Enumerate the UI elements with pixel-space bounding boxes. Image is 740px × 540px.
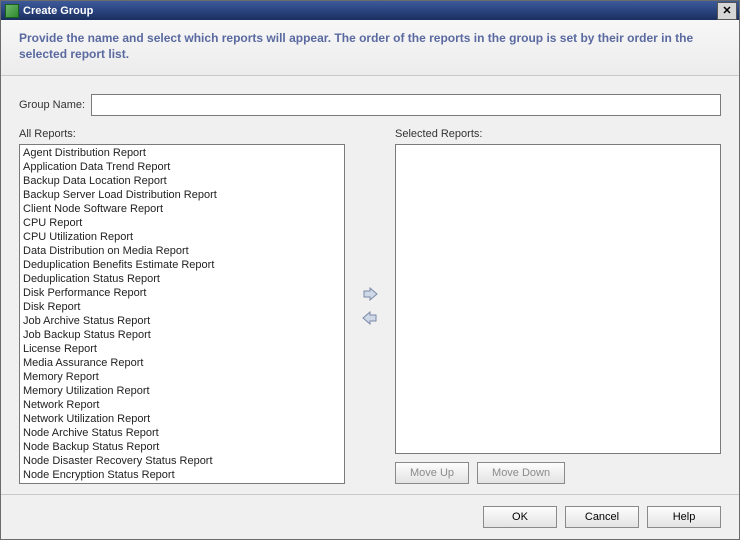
create-group-dialog: Create Group ✕ Provide the name and sele… [0, 0, 740, 540]
move-up-button[interactable]: Move Up [395, 462, 469, 484]
group-name-label: Group Name: [19, 99, 85, 111]
list-item[interactable]: Node Encryption Status Report [22, 468, 342, 482]
arrow-right-icon [362, 287, 378, 301]
list-item[interactable]: Node Backup Status Report [22, 440, 342, 454]
dialog-body: Group Name: All Reports: Agent Distribut… [1, 76, 739, 494]
arrow-left-icon [362, 311, 378, 325]
all-reports-label: All Reports: [19, 128, 345, 140]
list-item[interactable]: Client Node Software Report [22, 202, 342, 216]
selected-reports-column: Selected Reports: Move Up Move Down [395, 128, 721, 484]
list-item[interactable]: Data Distribution on Media Report [22, 244, 342, 258]
list-item[interactable]: Deduplication Status Report [22, 272, 342, 286]
cancel-button[interactable]: Cancel [565, 506, 639, 528]
help-button[interactable]: Help [647, 506, 721, 528]
instruction-text: Provide the name and select which report… [19, 31, 693, 61]
list-item[interactable]: Memory Report [22, 370, 342, 384]
window-title: Create Group [23, 5, 717, 17]
dialog-footer: OK Cancel Help [1, 494, 739, 539]
selected-reports-label: Selected Reports: [395, 128, 721, 140]
list-item[interactable]: Network Utilization Report [22, 412, 342, 426]
app-icon [5, 4, 19, 18]
selected-reports-listbox[interactable] [395, 144, 721, 454]
list-item[interactable]: Agent Distribution Report [22, 146, 342, 160]
list-item[interactable]: Node Disaster Recovery Status Report [22, 454, 342, 468]
reorder-buttons-row: Move Up Move Down [395, 462, 721, 484]
list-item[interactable]: CPU Report [22, 216, 342, 230]
ok-button[interactable]: OK [483, 506, 557, 528]
list-item[interactable]: Node Archive Status Report [22, 426, 342, 440]
list-item[interactable]: Job Archive Status Report [22, 314, 342, 328]
titlebar: Create Group ✕ [1, 1, 739, 20]
list-item[interactable]: Memory Utilization Report [22, 384, 342, 398]
list-item[interactable]: CPU Utilization Report [22, 230, 342, 244]
list-item[interactable]: Application Data Trend Report [22, 160, 342, 174]
list-item[interactable]: Disk Report [22, 300, 342, 314]
list-item[interactable]: Media Assurance Report [22, 356, 342, 370]
add-to-selected-button[interactable] [360, 285, 380, 303]
transfer-buttons-column [345, 128, 395, 484]
list-item[interactable]: Job Backup Status Report [22, 328, 342, 342]
list-item[interactable]: Network Report [22, 398, 342, 412]
move-down-button[interactable]: Move Down [477, 462, 565, 484]
list-item[interactable]: Backup Server Load Distribution Report [22, 188, 342, 202]
remove-from-selected-button[interactable] [360, 309, 380, 327]
list-item[interactable]: Disk Performance Report [22, 286, 342, 300]
list-item[interactable]: Backup Data Location Report [22, 174, 342, 188]
close-icon: ✕ [722, 4, 731, 17]
list-item[interactable]: Deduplication Benefits Estimate Report [22, 258, 342, 272]
list-item[interactable]: License Report [22, 342, 342, 356]
group-name-input[interactable] [91, 94, 721, 116]
close-button[interactable]: ✕ [717, 2, 737, 20]
lists-row: All Reports: Agent Distribution ReportAp… [19, 128, 721, 484]
all-reports-column: All Reports: Agent Distribution ReportAp… [19, 128, 345, 484]
group-name-row: Group Name: [19, 94, 721, 116]
instruction-bar: Provide the name and select which report… [1, 20, 739, 75]
all-reports-listbox[interactable]: Agent Distribution ReportApplication Dat… [19, 144, 345, 484]
